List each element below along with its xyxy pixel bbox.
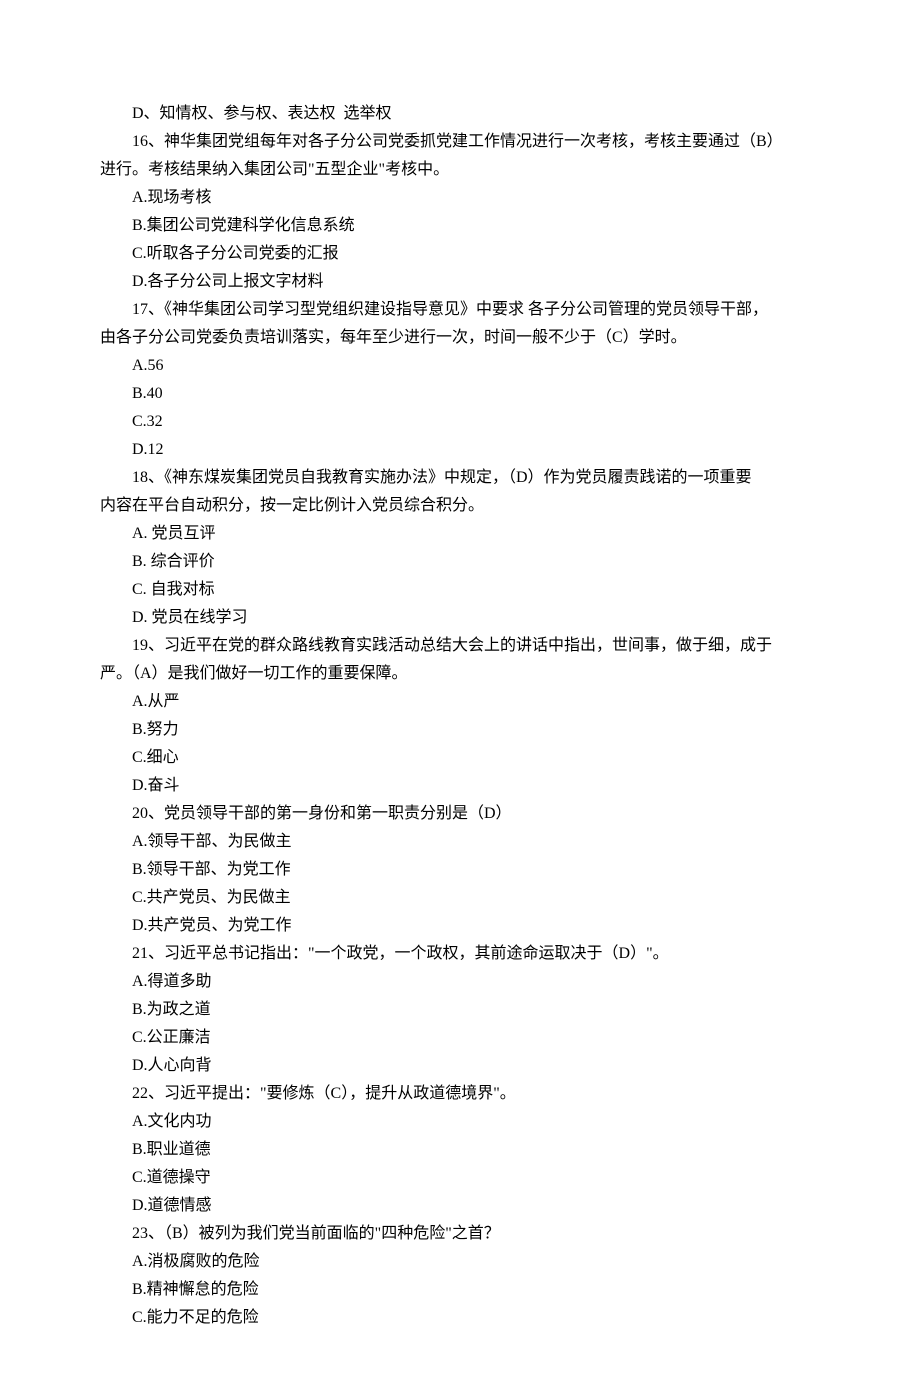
text-line: B.领导干部、为党工作 — [100, 856, 820, 884]
text-line: 22、习近平提出："要修炼（C），提升从政道德境界"。 — [100, 1080, 820, 1108]
text-line: B. 综合评价 — [100, 548, 820, 576]
text-line: A. 党员互评 — [100, 520, 820, 548]
text-line: A.现场考核 — [100, 184, 820, 212]
text-line: A.56 — [100, 352, 820, 380]
text-line: 17、《神华集团公司学习型党组织建设指导意见》中要求 各子分公司管理的党员领导干… — [100, 296, 820, 324]
text-line: C.听取各子分公司党委的汇报 — [100, 240, 820, 268]
text-line: C.道德操守 — [100, 1164, 820, 1192]
text-line: 21、习近平总书记指出："一个政党，一个政权，其前途命运取决于（D）"。 — [100, 940, 820, 968]
text-line: 由各子分公司党委负责培训落实，每年至少进行一次，时间一般不少于（C）学时。 — [100, 324, 820, 352]
text-line: D、知情权、参与权、表达权 选举权 — [100, 100, 820, 128]
text-line: A.从严 — [100, 688, 820, 716]
text-line: D.12 — [100, 436, 820, 464]
text-line: B.职业道德 — [100, 1136, 820, 1164]
text-line: D.人心向背 — [100, 1052, 820, 1080]
text-line: 严。（A）是我们做好一切工作的重要保障。 — [100, 660, 820, 688]
text-line: D.各子分公司上报文字材料 — [100, 268, 820, 296]
text-line: 18、《神东煤炭集团党员自我教育实施办法》中规定，（D）作为党员履责践诺的一项重… — [100, 464, 820, 492]
text-line: A.领导干部、为民做主 — [100, 828, 820, 856]
text-line: A.得道多助 — [100, 968, 820, 996]
text-line: C.能力不足的危险 — [100, 1304, 820, 1332]
text-line: D. 党员在线学习 — [100, 604, 820, 632]
text-line: B.为政之道 — [100, 996, 820, 1024]
text-line: 进行。考核结果纳入集团公司"五型企业"考核中。 — [100, 156, 820, 184]
text-line: 内容在平台自动积分，按一定比例计入党员综合积分。 — [100, 492, 820, 520]
text-line: D.共产党员、为党工作 — [100, 912, 820, 940]
text-line: B.精神懈怠的危险 — [100, 1276, 820, 1304]
text-line: C.共产党员、为民做主 — [100, 884, 820, 912]
text-line: A.文化内功 — [100, 1108, 820, 1136]
document-page: D、知情权、参与权、表达权 选举权16、神华集团党组每年对各子分公司党委抓党建工… — [0, 0, 920, 1392]
text-line: C.32 — [100, 408, 820, 436]
text-line: C.细心 — [100, 744, 820, 772]
text-line: D.奋斗 — [100, 772, 820, 800]
text-line: B.努力 — [100, 716, 820, 744]
text-line: 19、习近平在党的群众路线教育实践活动总结大会上的讲话中指出，世间事，做于细，成… — [100, 632, 820, 660]
text-line: 20、党员领导干部的第一身份和第一职责分别是（D） — [100, 800, 820, 828]
text-line: 16、神华集团党组每年对各子分公司党委抓党建工作情况进行一次考核，考核主要通过（… — [100, 128, 820, 156]
text-line: 23、（B）被列为我们党当前面临的"四种危险"之首？ — [100, 1220, 820, 1248]
text-line: D.道德情感 — [100, 1192, 820, 1220]
text-line: C.公正廉洁 — [100, 1024, 820, 1052]
text-line: B.40 — [100, 380, 820, 408]
text-line: B.集团公司党建科学化信息系统 — [100, 212, 820, 240]
text-line: C. 自我对标 — [100, 576, 820, 604]
text-line: A.消极腐败的危险 — [100, 1248, 820, 1276]
